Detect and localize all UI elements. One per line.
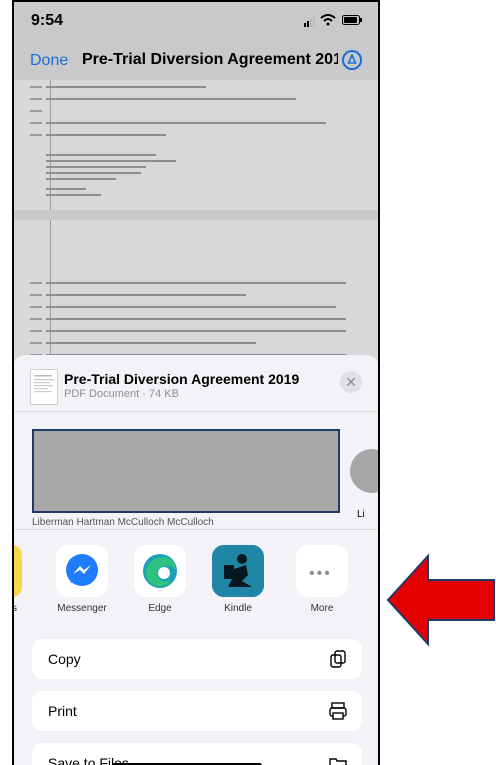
navigation-bar: Done Pre-Trial Diversion Agreement 201..… — [12, 36, 380, 80]
print-label: Print — [48, 703, 77, 719]
close-icon[interactable]: ✕ — [340, 371, 362, 393]
contact-name: Li — [357, 509, 365, 520]
pdf-preview[interactable] — [12, 80, 380, 370]
divider — [12, 529, 380, 530]
messenger-icon — [66, 554, 98, 586]
apps-row: s Messenger Edge Kindle ••• More — [12, 535, 380, 615]
contact-names-partial: Liberman Hartman McCulloch McCulloch — [32, 517, 214, 527]
screenshot-border-right — [378, 0, 380, 765]
screenshot-frame: 9:54 Done Pre-Trial Diversion Agreement — [0, 0, 496, 765]
share-doc-subtitle: PDF Document · 74 KB — [64, 388, 179, 400]
edge-icon — [143, 554, 177, 588]
save-to-files-action[interactable]: Save to Files — [32, 743, 362, 765]
app-label: More — [310, 603, 334, 614]
redacted-contacts — [32, 429, 340, 513]
wifi-icon — [320, 14, 336, 26]
phone-screen: 9:54 Done Pre-Trial Diversion Agreement — [12, 0, 380, 765]
screenshot-border-left — [12, 0, 14, 765]
app-label: Kindle — [224, 603, 252, 614]
markup-icon[interactable] — [342, 50, 362, 70]
pdf-page-2 — [12, 220, 380, 370]
document-title: Pre-Trial Diversion Agreement 201... — [82, 51, 338, 68]
copy-icon — [330, 650, 346, 668]
copy-label: Copy — [48, 651, 81, 667]
printer-icon — [329, 702, 347, 720]
messenger-app-button[interactable] — [56, 545, 108, 597]
document-thumbnail — [30, 369, 58, 405]
done-button[interactable]: Done — [30, 52, 68, 70]
divider — [12, 411, 380, 412]
more-icon: ••• — [309, 565, 332, 582]
contact-avatar[interactable] — [350, 449, 380, 493]
status-time: 9:54 — [31, 12, 64, 29]
contacts-row: Li Liberman Hartman McCulloch McCulloch — [12, 417, 380, 527]
share-sheet: Pre-Trial Diversion Agreement 2019 PDF D… — [12, 355, 380, 765]
app-label: Edge — [148, 603, 172, 614]
red-arrow-annotation — [386, 553, 495, 647]
app-label: Messenger — [57, 603, 107, 614]
more-app-button[interactable]: ••• — [296, 545, 348, 597]
kindle-app-button[interactable] — [212, 545, 264, 597]
status-bar: 9:54 — [12, 0, 380, 36]
copy-action[interactable]: Copy — [32, 639, 362, 679]
battery-icon — [342, 15, 362, 25]
signal-icon — [304, 17, 315, 27]
share-doc-title: Pre-Trial Diversion Agreement 2019 — [64, 371, 300, 387]
print-action[interactable]: Print — [32, 691, 362, 731]
kindle-icon — [212, 545, 264, 597]
share-sheet-header: Pre-Trial Diversion Agreement 2019 PDF D… — [12, 355, 380, 407]
folder-icon — [329, 758, 347, 765]
screenshot-border-top — [12, 0, 380, 2]
edge-app-button[interactable] — [134, 545, 186, 597]
pdf-page-1 — [12, 80, 380, 210]
